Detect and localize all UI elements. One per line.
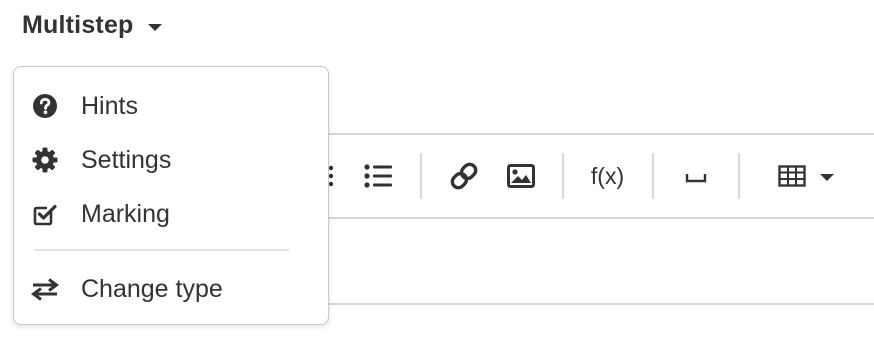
- blank-space-icon: [685, 174, 707, 183]
- insert-formula-button[interactable]: f(x): [585, 155, 630, 197]
- bullet-list-button[interactable]: [360, 155, 396, 197]
- question-type-menu: Hints Settings Marking Change type: [13, 66, 329, 325]
- list-icon: [364, 164, 392, 188]
- insert-link-button[interactable]: [445, 155, 483, 197]
- editor-stage: Multistep f(x) Hints Settings Marking Ch…: [0, 0, 874, 338]
- menu-item-label: Hints: [81, 91, 138, 120]
- gear-icon: [31, 146, 59, 174]
- menu-item-hints[interactable]: Hints: [14, 84, 328, 128]
- question-type-dropdown-trigger[interactable]: Multistep: [22, 8, 162, 42]
- formula-label: f(x): [590, 162, 625, 189]
- question-type-title: Multistep: [22, 10, 134, 39]
- toolbar-separator: [652, 153, 654, 199]
- insert-response-button[interactable]: [678, 155, 714, 197]
- exchange-arrows-icon: [31, 275, 59, 303]
- toolbar-separator: [420, 153, 422, 199]
- insert-image-button[interactable]: [502, 155, 540, 197]
- image-icon: [507, 164, 535, 188]
- toolbar-separator: [738, 153, 740, 199]
- caret-down-icon: [147, 23, 162, 31]
- caret-down-icon: [820, 173, 834, 181]
- menu-item-label: Settings: [81, 145, 172, 174]
- menu-divider: [34, 249, 289, 251]
- menu-item-label: Marking: [81, 199, 170, 228]
- toolbar-separator: [562, 153, 564, 199]
- question-circle-icon: [31, 92, 59, 120]
- menu-item-label: Change type: [81, 274, 223, 303]
- link-icon: [450, 162, 478, 190]
- menu-item-marking[interactable]: Marking: [14, 192, 328, 236]
- menu-item-settings[interactable]: Settings: [14, 138, 328, 182]
- check-square-icon: [31, 200, 59, 228]
- insert-table-button[interactable]: [770, 155, 842, 197]
- menu-item-change-type[interactable]: Change type: [14, 267, 328, 311]
- table-icon: [778, 165, 806, 187]
